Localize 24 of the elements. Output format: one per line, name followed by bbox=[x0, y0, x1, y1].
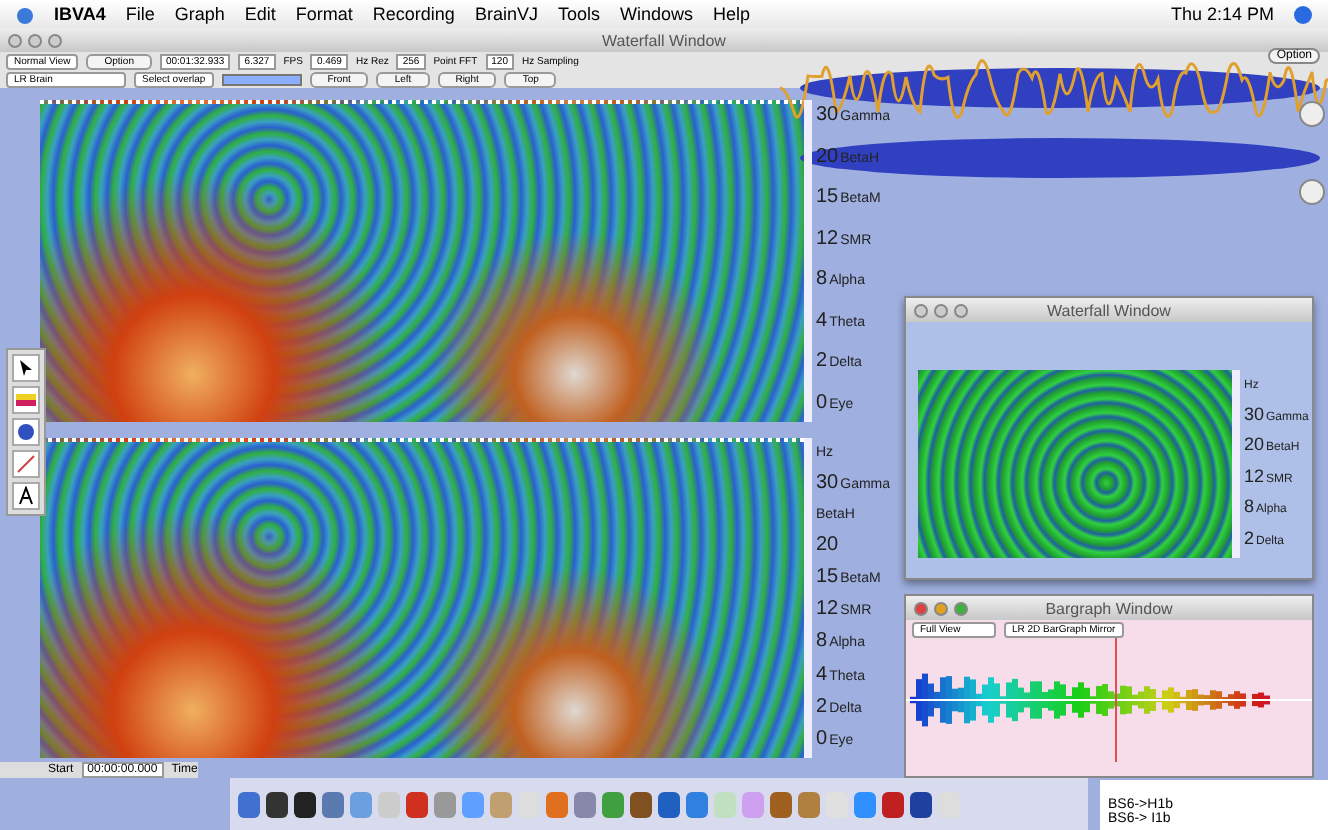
menu-item[interactable]: Help bbox=[712, 4, 750, 24]
app-icon[interactable] bbox=[294, 791, 316, 817]
menu-item[interactable]: File bbox=[125, 4, 155, 24]
app-icon[interactable] bbox=[630, 791, 652, 817]
window-title: Waterfall Window bbox=[600, 31, 728, 49]
menu-clock: Thu 2:14 PM bbox=[1170, 4, 1274, 24]
menu-item[interactable]: IBVA4 bbox=[54, 4, 106, 24]
menu-item[interactable]: Recording bbox=[372, 4, 455, 24]
menu-item[interactable]: Format bbox=[295, 4, 353, 24]
menu-item[interactable]: Graph bbox=[174, 4, 225, 24]
window-title: Bargraph Window bbox=[1043, 599, 1175, 617]
menu-item[interactable]: Windows bbox=[619, 4, 693, 24]
app-icon[interactable] bbox=[266, 791, 288, 817]
text-tool-icon[interactable] bbox=[12, 482, 40, 510]
window-title: Waterfall Window bbox=[1045, 301, 1173, 319]
menu-item[interactable]: Tools bbox=[557, 4, 600, 24]
menu-item[interactable]: Edit bbox=[244, 4, 276, 24]
arrow-tool-icon[interactable] bbox=[12, 354, 40, 382]
color-tool-icon[interactable] bbox=[12, 386, 40, 414]
axis-label: 20 bbox=[816, 533, 841, 560]
color-swatch[interactable] bbox=[221, 73, 302, 85]
app-icon[interactable] bbox=[910, 791, 932, 817]
line-tool-icon[interactable] bbox=[12, 450, 40, 478]
menu-item[interactable]: BrainVJ bbox=[474, 4, 538, 24]
